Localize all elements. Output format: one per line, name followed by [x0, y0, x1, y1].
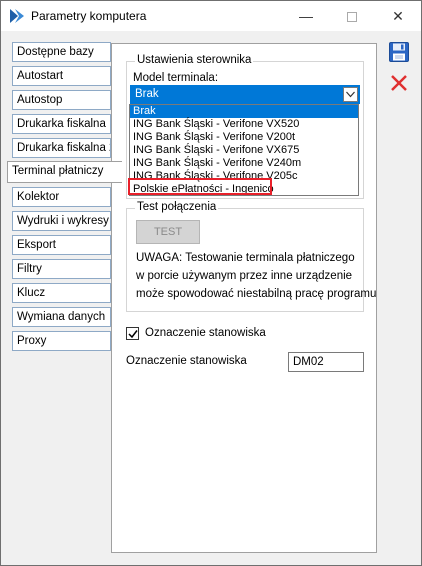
- maximize-button[interactable]: [329, 1, 375, 31]
- warning-text-line-3: może spowodować niestabilną pracę progra…: [136, 288, 377, 300]
- model-select[interactable]: Brak: [130, 85, 360, 104]
- sidebar-item-autostart[interactable]: Autostart: [12, 66, 111, 86]
- sidebar-item-wydruki-i-wykresy[interactable]: Wydruki i wykresy: [12, 211, 111, 231]
- cancel-button[interactable]: [388, 72, 410, 94]
- save-icon: [389, 42, 409, 62]
- save-button[interactable]: [388, 41, 410, 63]
- station-checkbox-label: Oznaczenie stanowiska: [145, 327, 266, 339]
- station-checkbox[interactable]: [126, 327, 139, 340]
- app-logo-icon: [9, 8, 25, 24]
- window: Parametry komputera — ✕ Dostępne bazy Au…: [0, 0, 422, 566]
- warning-text-line-2: w porcie używanym przez inne urządzenie: [136, 270, 353, 282]
- sidebar-item-dostepne-bazy[interactable]: Dostępne bazy: [12, 42, 111, 62]
- close-button[interactable]: ✕: [375, 1, 421, 31]
- model-option[interactable]: ING Bank Śląski - Verifone V200t: [130, 131, 358, 144]
- driver-settings-title: Ustawienia sterownika: [135, 54, 254, 66]
- model-option[interactable]: ING Bank Śląski - Verifone V240m: [130, 157, 358, 170]
- model-option[interactable]: Brak: [130, 105, 358, 118]
- connection-test-title: Test połączenia: [135, 201, 219, 213]
- model-select-value: Brak: [135, 88, 159, 100]
- station-field[interactable]: DM02: [288, 352, 364, 372]
- chevron-down-icon[interactable]: [343, 87, 358, 102]
- sidebar-item-drukarka-fiskalna-2[interactable]: Drukarka fiskalna 2: [12, 138, 111, 158]
- sidebar-item-terminal-platniczy[interactable]: Terminal płatniczy: [7, 161, 122, 183]
- sidebar-item-filtry[interactable]: Filtry: [12, 259, 111, 279]
- window-title: Parametry komputera: [31, 9, 147, 23]
- sidebar-item-eksport[interactable]: Eksport: [12, 235, 111, 255]
- sidebar-item-wymiana-danych[interactable]: Wymiana danych: [12, 307, 111, 327]
- station-field-label: Oznaczenie stanowiska: [126, 355, 247, 367]
- title-bar: Parametry komputera — ✕: [1, 1, 421, 31]
- warning-text-line-1: UWAGA: Testowanie terminala płatniczego: [136, 252, 355, 264]
- sidebar-item-autostop[interactable]: Autostop: [12, 90, 111, 110]
- cancel-icon: [391, 75, 407, 91]
- checkmark-icon: [128, 330, 138, 339]
- test-button[interactable]: TEST: [136, 220, 200, 244]
- model-label: Model terminala:: [133, 72, 219, 84]
- model-option[interactable]: ING Bank Śląski - Verifone VX675: [130, 144, 358, 157]
- model-option[interactable]: ING Bank Śląski - Verifone VX520: [130, 118, 358, 131]
- sidebar-item-proxy[interactable]: Proxy: [12, 331, 111, 351]
- sidebar-item-drukarka-fiskalna[interactable]: Drukarka fiskalna: [12, 114, 111, 134]
- highlight-annotation: [128, 178, 272, 195]
- sidebar-item-klucz[interactable]: Klucz: [12, 283, 111, 303]
- minimize-button[interactable]: —: [283, 1, 329, 31]
- maximize-icon: [347, 12, 357, 23]
- sidebar-item-kolektor[interactable]: Kolektor: [12, 187, 111, 207]
